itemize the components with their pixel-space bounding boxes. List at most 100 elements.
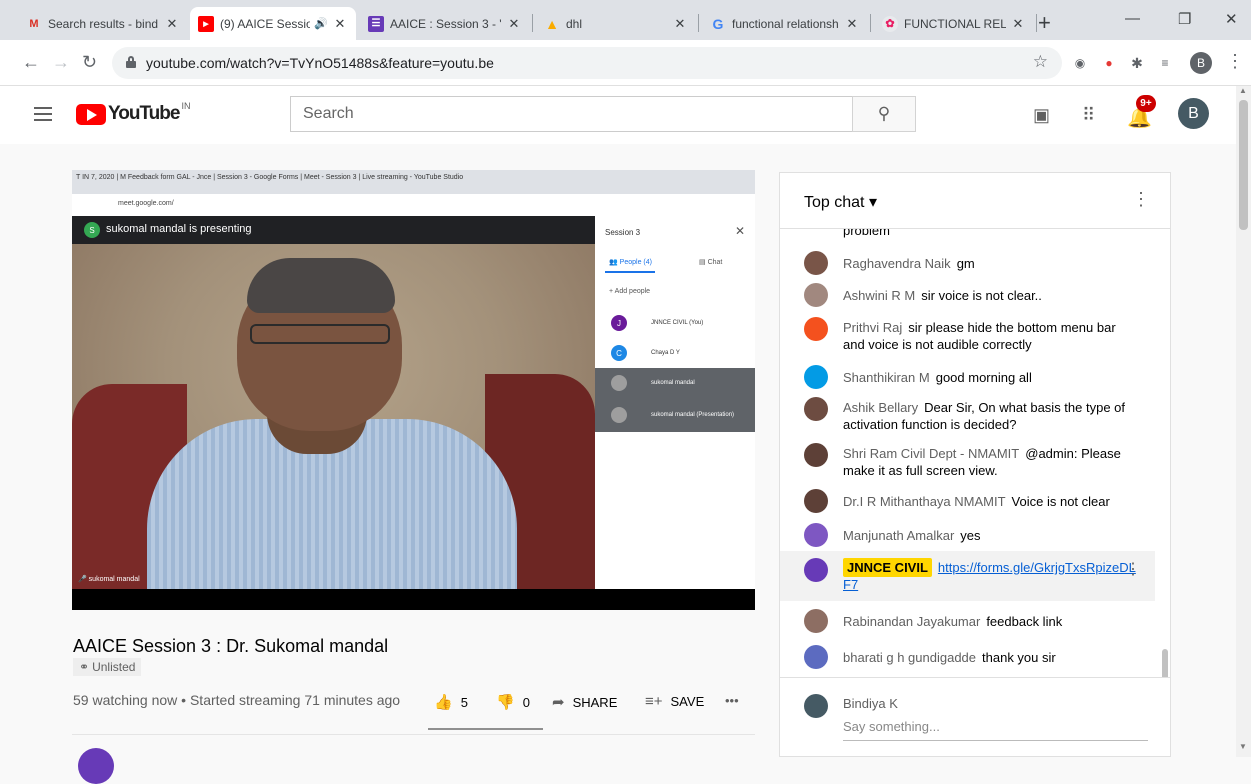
- participant-name: sukomal mandal: [651, 380, 695, 386]
- chat-mode-dropdown[interactable]: Top chat ▾: [804, 192, 877, 212]
- more-actions-button[interactable]: •••: [725, 693, 739, 708]
- back-button[interactable]: ←: [22, 52, 40, 73]
- tab-drive[interactable]: ▲ dhl ✕: [536, 7, 696, 40]
- chrome-menu-icon[interactable]: ⋮: [1226, 51, 1244, 72]
- save-button[interactable]: ≡+ SAVE: [645, 693, 704, 710]
- meet-people-tab: 👥 People (4): [609, 259, 652, 266]
- restore-button[interactable]: ❐: [1178, 10, 1191, 28]
- queue-icon[interactable]: ≡: [1157, 55, 1173, 71]
- author-name: Manjunath Amalkar: [843, 528, 955, 543]
- chat-message-highlighted[interactable]: JNNCE CIVIL https://forms.gle/GkrjgTxsRpi…: [780, 551, 1155, 601]
- puzzle-icon[interactable]: ✱: [1129, 55, 1145, 71]
- apps-grid-icon[interactable]: ⠿: [1082, 105, 1095, 126]
- reload-button[interactable]: ↻: [82, 52, 97, 73]
- youtube-logo[interactable]: YouTube IN: [76, 101, 191, 125]
- close-icon[interactable]: ✕: [332, 16, 348, 32]
- profile-avatar[interactable]: B: [1190, 52, 1212, 74]
- tab-youtube[interactable]: ▶ (9) AAICE Session 🔊 ✕: [190, 7, 356, 40]
- account-avatar[interactable]: B: [1178, 98, 1209, 129]
- chat-mode-label: Top chat: [804, 194, 865, 211]
- channel-avatar[interactable]: [78, 748, 114, 784]
- new-tab-button[interactable]: +: [1038, 10, 1051, 36]
- chat-message: Raghavendra Naik gm: [780, 249, 1155, 277]
- message-text: yes: [960, 528, 981, 543]
- page-scrollbar[interactable]: ▲ ▼: [1236, 86, 1251, 757]
- author-avatar: [804, 251, 828, 275]
- video-player[interactable]: T IN 7, 2020 | M Feedback form GAL - Jnc…: [72, 170, 755, 610]
- video-meta: 59 watching now • Started streaming 71 m…: [73, 692, 401, 708]
- extension-icon[interactable]: ◉: [1072, 55, 1088, 71]
- youtube-icon: ▶: [198, 15, 214, 32]
- drive-icon: ▲: [545, 15, 559, 32]
- chat-message: Shanthikiran M good morning all: [780, 363, 1155, 391]
- author-name: Ashik Bellary: [843, 400, 919, 415]
- forward-button[interactable]: →: [52, 52, 70, 73]
- scroll-down-arrow[interactable]: ▼: [1239, 742, 1247, 751]
- chat-scrollbar[interactable]: [1162, 649, 1168, 677]
- chat-tab-label: Chat: [707, 259, 723, 266]
- close-icon[interactable]: ✕: [844, 16, 860, 32]
- search-input[interactable]: Search: [290, 96, 852, 132]
- extension-red-icon[interactable]: ●: [1101, 55, 1117, 71]
- close-icon[interactable]: ✕: [164, 16, 180, 32]
- tab-title: FUNCTIONAL RELAT: [904, 16, 1006, 31]
- scroll-thumb[interactable]: [1239, 100, 1248, 230]
- notification-badge[interactable]: 9+: [1136, 95, 1156, 112]
- close-icon[interactable]: ✕: [506, 16, 522, 32]
- author-avatar: [804, 397, 828, 421]
- tab-divider: [1036, 14, 1037, 32]
- window-close-button[interactable]: ✕: [1225, 10, 1238, 28]
- chat-message: bharati g h gundigadde thank you sir: [780, 643, 1155, 671]
- user-avatar: [804, 694, 828, 718]
- country-code: IN: [181, 101, 191, 111]
- camera-feed: [72, 244, 595, 589]
- close-icon: ✕: [734, 224, 745, 238]
- tab-title: AAICE : Session 3 - "/: [390, 16, 502, 31]
- lock-icon[interactable]: [126, 56, 136, 68]
- meet-participant: sukomal mandal (Presentation): [595, 400, 755, 432]
- chat-input[interactable]: Say something...: [843, 719, 1148, 741]
- video-inner-browser: T IN 7, 2020 | M Feedback form GAL - Jnc…: [72, 170, 755, 216]
- like-button[interactable]: 👍 5: [434, 693, 468, 711]
- more-icon: •••: [725, 693, 739, 708]
- chat-menu-icon[interactable]: ⋮: [1132, 189, 1150, 210]
- share-button[interactable]: ➦ SHARE: [552, 693, 617, 711]
- author-avatar: [804, 365, 828, 389]
- participant-name: Chaya D Y: [651, 350, 680, 356]
- tab-forms[interactable]: ☰ AAICE : Session 3 - "/ ✕: [360, 7, 530, 40]
- search-button[interactable]: ⚲: [852, 96, 916, 132]
- speaker-hair: [247, 258, 395, 313]
- youtube-header: YouTube IN Search ⚲ ▣ ⠿ 🔔: [0, 86, 1251, 144]
- create-video-icon[interactable]: ▣: [1033, 105, 1050, 126]
- bookmark-star-icon[interactable]: ☆: [1033, 52, 1048, 72]
- scroll-up-arrow[interactable]: ▲: [1239, 86, 1247, 95]
- message-menu-icon[interactable]: ⋮: [1125, 561, 1141, 578]
- share-label: SHARE: [572, 694, 618, 710]
- logo-text: YouTube: [108, 103, 180, 124]
- tab-google-search[interactable]: G functional relationsh ✕: [702, 7, 868, 40]
- close-icon[interactable]: ✕: [672, 16, 688, 32]
- chat-message: Manjunath Amalkar yes: [780, 521, 1155, 549]
- tab-title: Search results - bind: [48, 16, 159, 31]
- inner-url-bar: meet.google.com/: [72, 194, 755, 216]
- url-text[interactable]: youtube.com/watch?v=TvYnO51488s&feature=…: [146, 55, 494, 71]
- search-placeholder: Search: [303, 105, 354, 122]
- tab-functional[interactable]: ✿ FUNCTIONAL RELAT ✕: [874, 7, 1034, 40]
- tab-divider: [870, 14, 871, 32]
- author-name: Shanthikiran M: [843, 370, 930, 385]
- sentiment-bar: [428, 728, 543, 730]
- participant-name-tag: 🎤 sukomal mandal: [78, 576, 140, 583]
- chat-message: Dr.I R Mithanthaya NMAMIT Voice is not cl…: [780, 487, 1155, 515]
- minimize-button[interactable]: —: [1125, 10, 1140, 27]
- user-name: Bindiya K: [843, 696, 898, 711]
- thumbs-up-icon: 👍: [434, 694, 453, 711]
- presenting-text: sukomal mandal is presenting: [106, 223, 252, 235]
- tab-gmail[interactable]: M Search results - bind ✕: [18, 7, 188, 40]
- dislike-button[interactable]: 👎 0: [496, 693, 530, 711]
- menu-icon[interactable]: [34, 107, 52, 121]
- address-bar[interactable]: youtube.com/watch?v=TvYnO51488s&feature=…: [112, 47, 1062, 79]
- meet-participant: J JNNCE CIVIL (You): [595, 308, 755, 338]
- author-name: Dr.I R Mithanthaya NMAMIT: [843, 494, 1006, 509]
- close-icon[interactable]: ✕: [1010, 16, 1026, 32]
- speaker-icon[interactable]: 🔊: [314, 17, 328, 30]
